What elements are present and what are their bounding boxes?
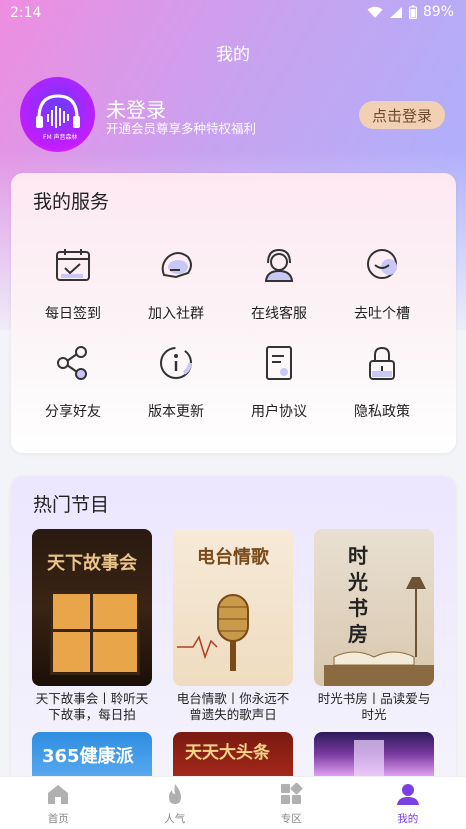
program-cover: 电台情歌	[173, 529, 293, 686]
avatar[interactable]: FM 声音森林	[20, 77, 95, 152]
status-time: 2:14	[10, 5, 41, 21]
wifi-icon	[367, 6, 383, 19]
service-privacy-policy[interactable]: 隐私政策	[332, 343, 432, 421]
tab-home[interactable]: 首页	[0, 777, 117, 829]
service-label: 加入社群	[126, 303, 226, 323]
service-daily-checkin[interactable]: 每日签到	[23, 245, 123, 323]
service-join-community[interactable]: 加入社群	[126, 245, 226, 323]
program-cover: 天下故事会	[32, 529, 152, 686]
microphone-icon	[173, 529, 293, 686]
service-label: 在线客服	[229, 303, 329, 323]
page-title: 我的	[0, 40, 466, 65]
program-cover: 时光书房	[314, 529, 434, 686]
service-label: 每日签到	[23, 303, 123, 323]
program-card[interactable]: 时光书房 时光书房丨品读爱与时光	[314, 529, 434, 723]
info-icon	[156, 343, 196, 383]
program-caption: 天下故事会丨聆听天下故事，每日拍	[32, 691, 152, 723]
service-label: 分享好友	[23, 401, 123, 421]
program-caption: 时光书房丨品读爱与时光	[314, 691, 434, 723]
program-caption: 电台情歌丨你永远不曾遗失的歌声日	[173, 691, 293, 723]
fire-icon	[163, 783, 187, 805]
services-title: 我的服务	[33, 187, 109, 214]
program-cover[interactable]: 365健康派	[32, 732, 152, 776]
service-feedback[interactable]: 去吐个槽	[332, 245, 432, 323]
signal-icon	[389, 6, 403, 19]
avatar-logo-text: FM 声音森林	[43, 133, 78, 141]
service-label: 版本更新	[126, 401, 226, 421]
hot-programs-title: 热门节目	[33, 490, 109, 517]
share-icon	[53, 343, 93, 383]
service-version-update[interactable]: 版本更新	[126, 343, 226, 421]
lock-icon	[362, 343, 402, 383]
tab-mine[interactable]: 我的	[350, 777, 466, 829]
tab-label: 人气	[117, 811, 234, 826]
program-card[interactable]: 电台情歌 电台情歌丨你永远不曾遗失的歌声日	[173, 529, 293, 723]
grid-icon	[279, 783, 303, 805]
hot-programs-card: 热门节目 天下故事会 天下故事会丨聆听天下故事，每日拍 电台情歌 电台情歌丨你永…	[11, 476, 456, 786]
service-label: 隐私政策	[332, 401, 432, 421]
smile-chat-icon	[362, 245, 402, 285]
cover-title: 天天大头条	[173, 732, 293, 763]
battery-level: 89%	[423, 4, 454, 20]
cover-title: 365健康派	[32, 732, 152, 768]
cover-title: 天下故事会	[32, 549, 152, 575]
service-user-agreement[interactable]: 用户协议	[229, 343, 329, 421]
tab-zone[interactable]: 专区	[233, 777, 350, 829]
tab-label: 首页	[0, 811, 117, 826]
service-label: 用户协议	[229, 401, 329, 421]
status-bar: 2:14 89%	[0, 0, 466, 26]
tab-popular[interactable]: 人气	[117, 777, 234, 829]
headphones-logo-icon: FM 声音森林	[27, 84, 89, 146]
headset-icon	[259, 245, 299, 285]
program-card[interactable]: 天下故事会 天下故事会丨聆听天下故事，每日拍	[32, 529, 152, 723]
service-share[interactable]: 分享好友	[23, 343, 123, 421]
battery-icon	[409, 5, 417, 19]
membership-subtitle: 开通会员尊享多种特权福利	[106, 118, 256, 137]
bottom-tab-bar: 首页 人气 专区 我的	[0, 776, 466, 829]
document-icon	[259, 343, 299, 383]
chat-bubble-icon	[156, 245, 196, 285]
lamp-book-icon	[314, 529, 434, 686]
tab-label: 我的	[350, 811, 466, 826]
home-icon	[46, 783, 70, 805]
services-card: 我的服务 每日签到 加入社群 在线客服 去吐个槽 分享好友 版本更新 用户协议	[11, 173, 456, 453]
service-online-support[interactable]: 在线客服	[229, 245, 329, 323]
program-cover[interactable]: 天天大头条	[173, 732, 293, 776]
person-icon	[396, 783, 420, 805]
tab-label: 专区	[233, 811, 350, 826]
calendar-check-icon	[53, 245, 93, 285]
service-label: 去吐个槽	[332, 303, 432, 323]
program-cover[interactable]	[314, 732, 434, 776]
login-button[interactable]: 点击登录	[359, 101, 445, 129]
cover-window	[50, 591, 140, 675]
